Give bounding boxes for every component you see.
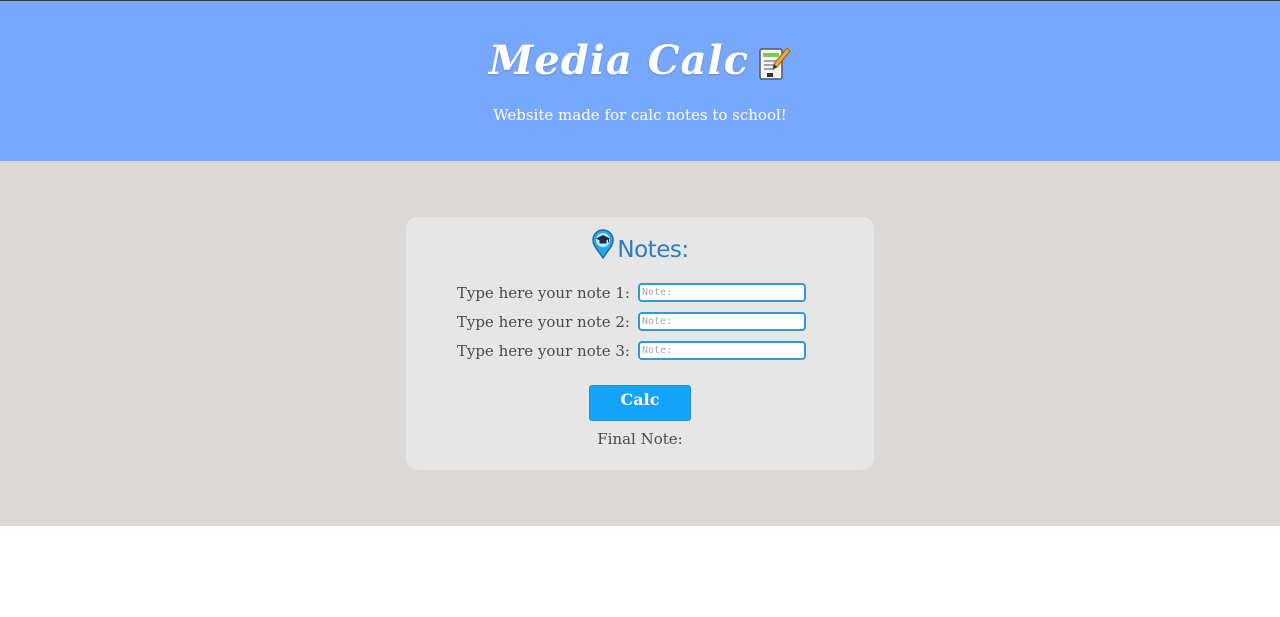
note-2-input[interactable] — [638, 312, 806, 331]
site-header: Media Calc Website made for calc notes t… — [0, 1, 1280, 161]
note-2-label: Type here your note 2: — [456, 313, 630, 331]
note-1-input[interactable] — [638, 283, 806, 302]
note-row-1: Type here your note 1: — [406, 282, 874, 304]
calc-button[interactable]: Calc — [589, 385, 691, 421]
notes-card-title: Notes: — [406, 229, 874, 267]
site-tagline: Website made for calc notes to school! — [493, 106, 787, 124]
main-area: Notes: Type here your note 1: Type here … — [0, 161, 1280, 526]
memo-icon — [759, 47, 791, 80]
note-row-3: Type here your note 3: — [406, 340, 874, 362]
note-3-label: Type here your note 3: — [456, 342, 630, 360]
site-title-text: Media Calc — [488, 37, 750, 84]
final-note-label: Final Note: — [597, 430, 683, 448]
note-row-2: Type here your note 2: — [406, 311, 874, 333]
graduation-cap-pin-icon — [592, 229, 615, 259]
note-1-label: Type here your note 1: — [456, 284, 630, 302]
notes-card: Notes: Type here your note 1: Type here … — [406, 217, 874, 470]
note-3-input[interactable] — [638, 341, 806, 360]
notes-card-title-text: Notes: — [617, 237, 689, 263]
site-title: Media Calc — [0, 35, 1280, 87]
